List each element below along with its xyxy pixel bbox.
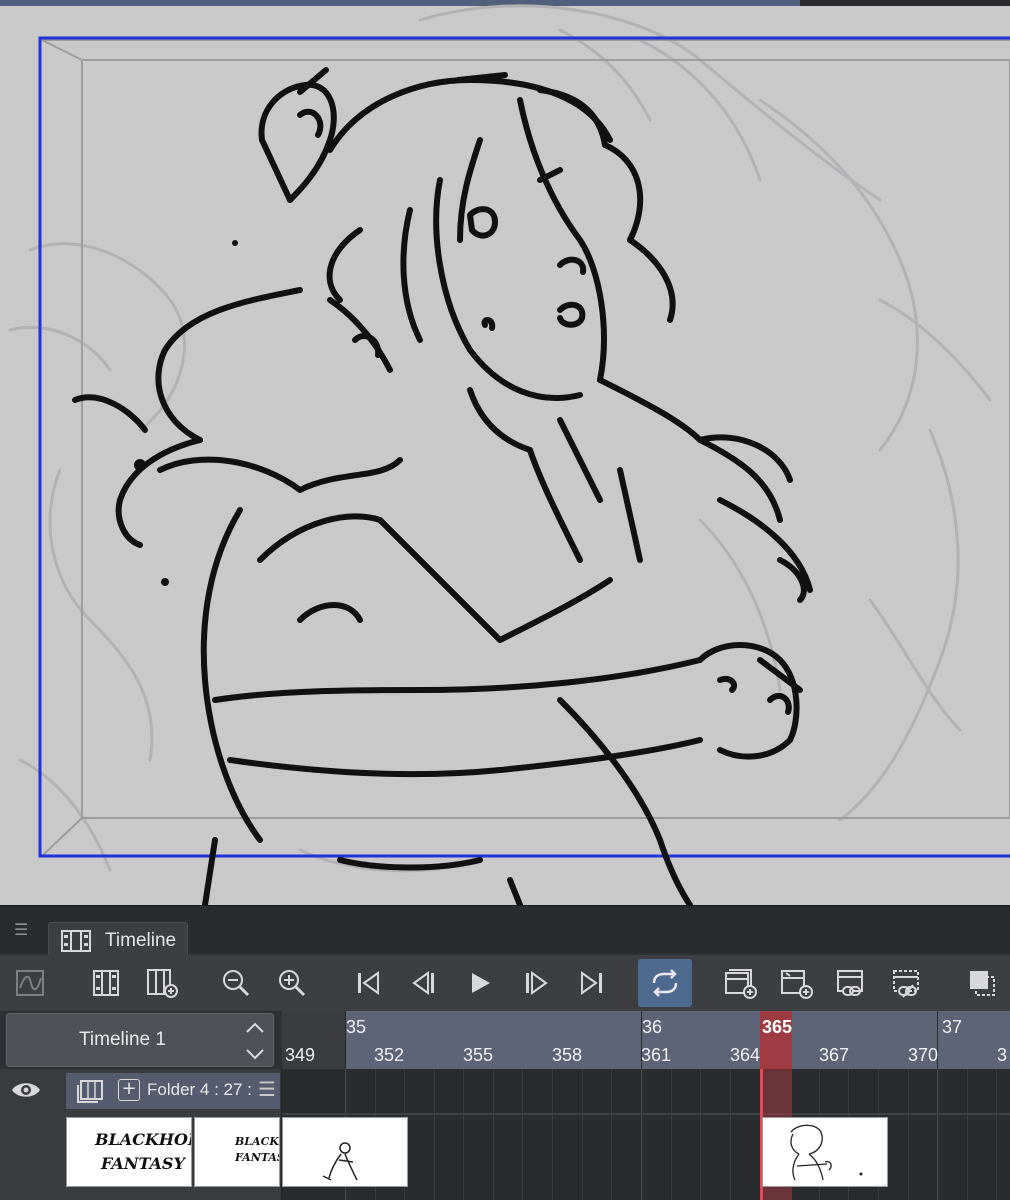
zoom-in-button[interactable] <box>270 961 314 1005</box>
add-cel-button[interactable] <box>140 961 184 1005</box>
ruler-major-label: 36 <box>642 1017 663 1037</box>
timeline-tab-icon <box>61 930 91 952</box>
timeline-select-value: Timeline 1 <box>79 1029 166 1050</box>
lane-gridline <box>671 1069 672 1200</box>
ruler-major-label: 35 <box>346 1017 367 1037</box>
ruler-frame-label: 367 <box>819 1045 850 1065</box>
ruler-frame-label: 364 <box>730 1045 761 1065</box>
tab-timeline-label: Timeline <box>105 930 177 951</box>
loop-icon <box>652 969 678 997</box>
track-row-folder[interactable]: + Folder 4 : 27 : c ☰ <box>0 1069 282 1113</box>
last-frame-button[interactable] <box>570 961 614 1005</box>
lane-gridline <box>700 1069 701 1200</box>
play-button[interactable] <box>458 961 502 1005</box>
onion-skin-strokes <box>8 4 992 873</box>
new-cel-button[interactable] <box>718 961 762 1005</box>
eye-icon[interactable] <box>10 1077 42 1103</box>
curve-graph-icon <box>16 970 44 996</box>
lane-gridline <box>434 1069 435 1200</box>
link-cel-button[interactable] <box>830 961 874 1005</box>
thumbnail-text: FANTASY <box>235 1151 279 1164</box>
zoom-in-icon <box>279 970 306 997</box>
lane-gridline <box>522 1069 523 1200</box>
curve-graph-button[interactable] <box>8 961 52 1005</box>
previous-frame-icon <box>412 971 434 995</box>
lane-gridline <box>967 1069 968 1200</box>
next-frame-button[interactable] <box>514 961 558 1005</box>
current-frame-label: 365 <box>762 1017 793 1037</box>
loop-button[interactable] <box>638 959 692 1007</box>
zoom-out-button[interactable] <box>214 961 258 1005</box>
zoom-out-icon <box>223 970 250 997</box>
tab-timeline[interactable]: Timeline <box>48 922 188 956</box>
previous-frame-button[interactable] <box>402 961 446 1005</box>
track-menu-icon[interactable]: ☰ <box>258 1077 276 1101</box>
cel-thumbnail[interactable]: BLACKHOLE FANTASY <box>66 1117 192 1187</box>
thumbnail-sketch <box>322 1142 358 1181</box>
track-header: Timeline 1 35 36 365 37 349 352 355 358 … <box>0 1011 1010 1069</box>
thumbnail-text: FANTASY <box>101 1154 185 1173</box>
ruler-frame-label: 361 <box>641 1045 672 1065</box>
folder-track-label: Folder 4 : 27 : c <box>147 1080 257 1099</box>
sketch-artwork <box>8 4 1010 905</box>
new-layer-cel-icon <box>781 970 813 999</box>
link-icon <box>837 970 863 996</box>
play-icon <box>472 973 490 993</box>
ruler-frame-label: 3 <box>997 1045 1008 1065</box>
cel-thumbnail[interactable] <box>282 1117 408 1187</box>
new-layer-cel-button[interactable] <box>774 961 818 1005</box>
last-frame-icon <box>581 971 602 995</box>
ink-marks <box>134 240 238 586</box>
new-animation-folder-icon <box>93 970 119 996</box>
thumbnail-text: BLACKHOLE <box>95 1130 191 1149</box>
add-cel-icon <box>147 969 178 998</box>
timeline-select[interactable]: Timeline 1 <box>6 1013 274 1067</box>
cel-thumbnail[interactable]: BLACKHOLE FANTASY <box>194 1117 280 1187</box>
lane-divider <box>282 1113 1010 1115</box>
timeline-panel: ☰ Timeline Timeline 1 35 36 365 37 349 3… <box>0 905 1010 1200</box>
drawing-canvas[interactable] <box>0 0 1010 905</box>
panel-header: ☰ Timeline <box>0 905 1010 956</box>
lane-gridline <box>996 1069 997 1200</box>
lane-gridline <box>493 1069 494 1200</box>
onion-skin-icon <box>970 971 995 996</box>
chevron-up-down-icon <box>246 1022 264 1060</box>
app-window: ☰ Timeline Timeline 1 35 36 365 37 349 3… <box>0 0 1010 1200</box>
lane-gridline <box>937 1069 938 1200</box>
lane-gridline <box>611 1069 612 1200</box>
add-track-button[interactable]: + <box>118 1079 140 1101</box>
lane-gridline <box>641 1069 642 1200</box>
unlink-icon <box>893 970 919 998</box>
thumbnail-sketch <box>790 1124 863 1181</box>
frame-ruler[interactable]: 35 36 365 37 349 352 355 358 361 364 367… <box>282 1011 1010 1069</box>
timeline-toolbar <box>0 955 1010 1011</box>
lane-gridline <box>463 1069 464 1200</box>
next-frame-icon <box>526 971 548 995</box>
character-lines <box>72 67 813 905</box>
ruler-major-label: 37 <box>942 1017 963 1037</box>
ruler-frame-label: 358 <box>552 1045 583 1065</box>
first-frame-icon <box>358 971 379 995</box>
new-cel-icon <box>725 969 757 999</box>
panel-menu-icon[interactable]: ☰ <box>14 920 34 940</box>
cel-thumbnail[interactable] <box>762 1117 888 1187</box>
lane-gridline <box>730 1069 731 1200</box>
lane-gridline <box>908 1069 909 1200</box>
new-animation-folder-button[interactable] <box>84 961 128 1005</box>
ruler-frame-label: 352 <box>374 1045 405 1065</box>
thumbnail-text: BLACKHOLE <box>235 1135 279 1148</box>
ruler-frame-label: 355 <box>463 1045 494 1065</box>
onion-skin-button[interactable] <box>960 961 1004 1005</box>
animation-folder-icon <box>77 1080 103 1103</box>
first-frame-button[interactable] <box>346 961 390 1005</box>
ruler-frame-label: 370 <box>908 1045 939 1065</box>
ruler-frame-label: 349 <box>285 1045 316 1065</box>
lane-gridline <box>582 1069 583 1200</box>
unlink-cel-button[interactable] <box>886 961 930 1005</box>
lane-gridline <box>552 1069 553 1200</box>
